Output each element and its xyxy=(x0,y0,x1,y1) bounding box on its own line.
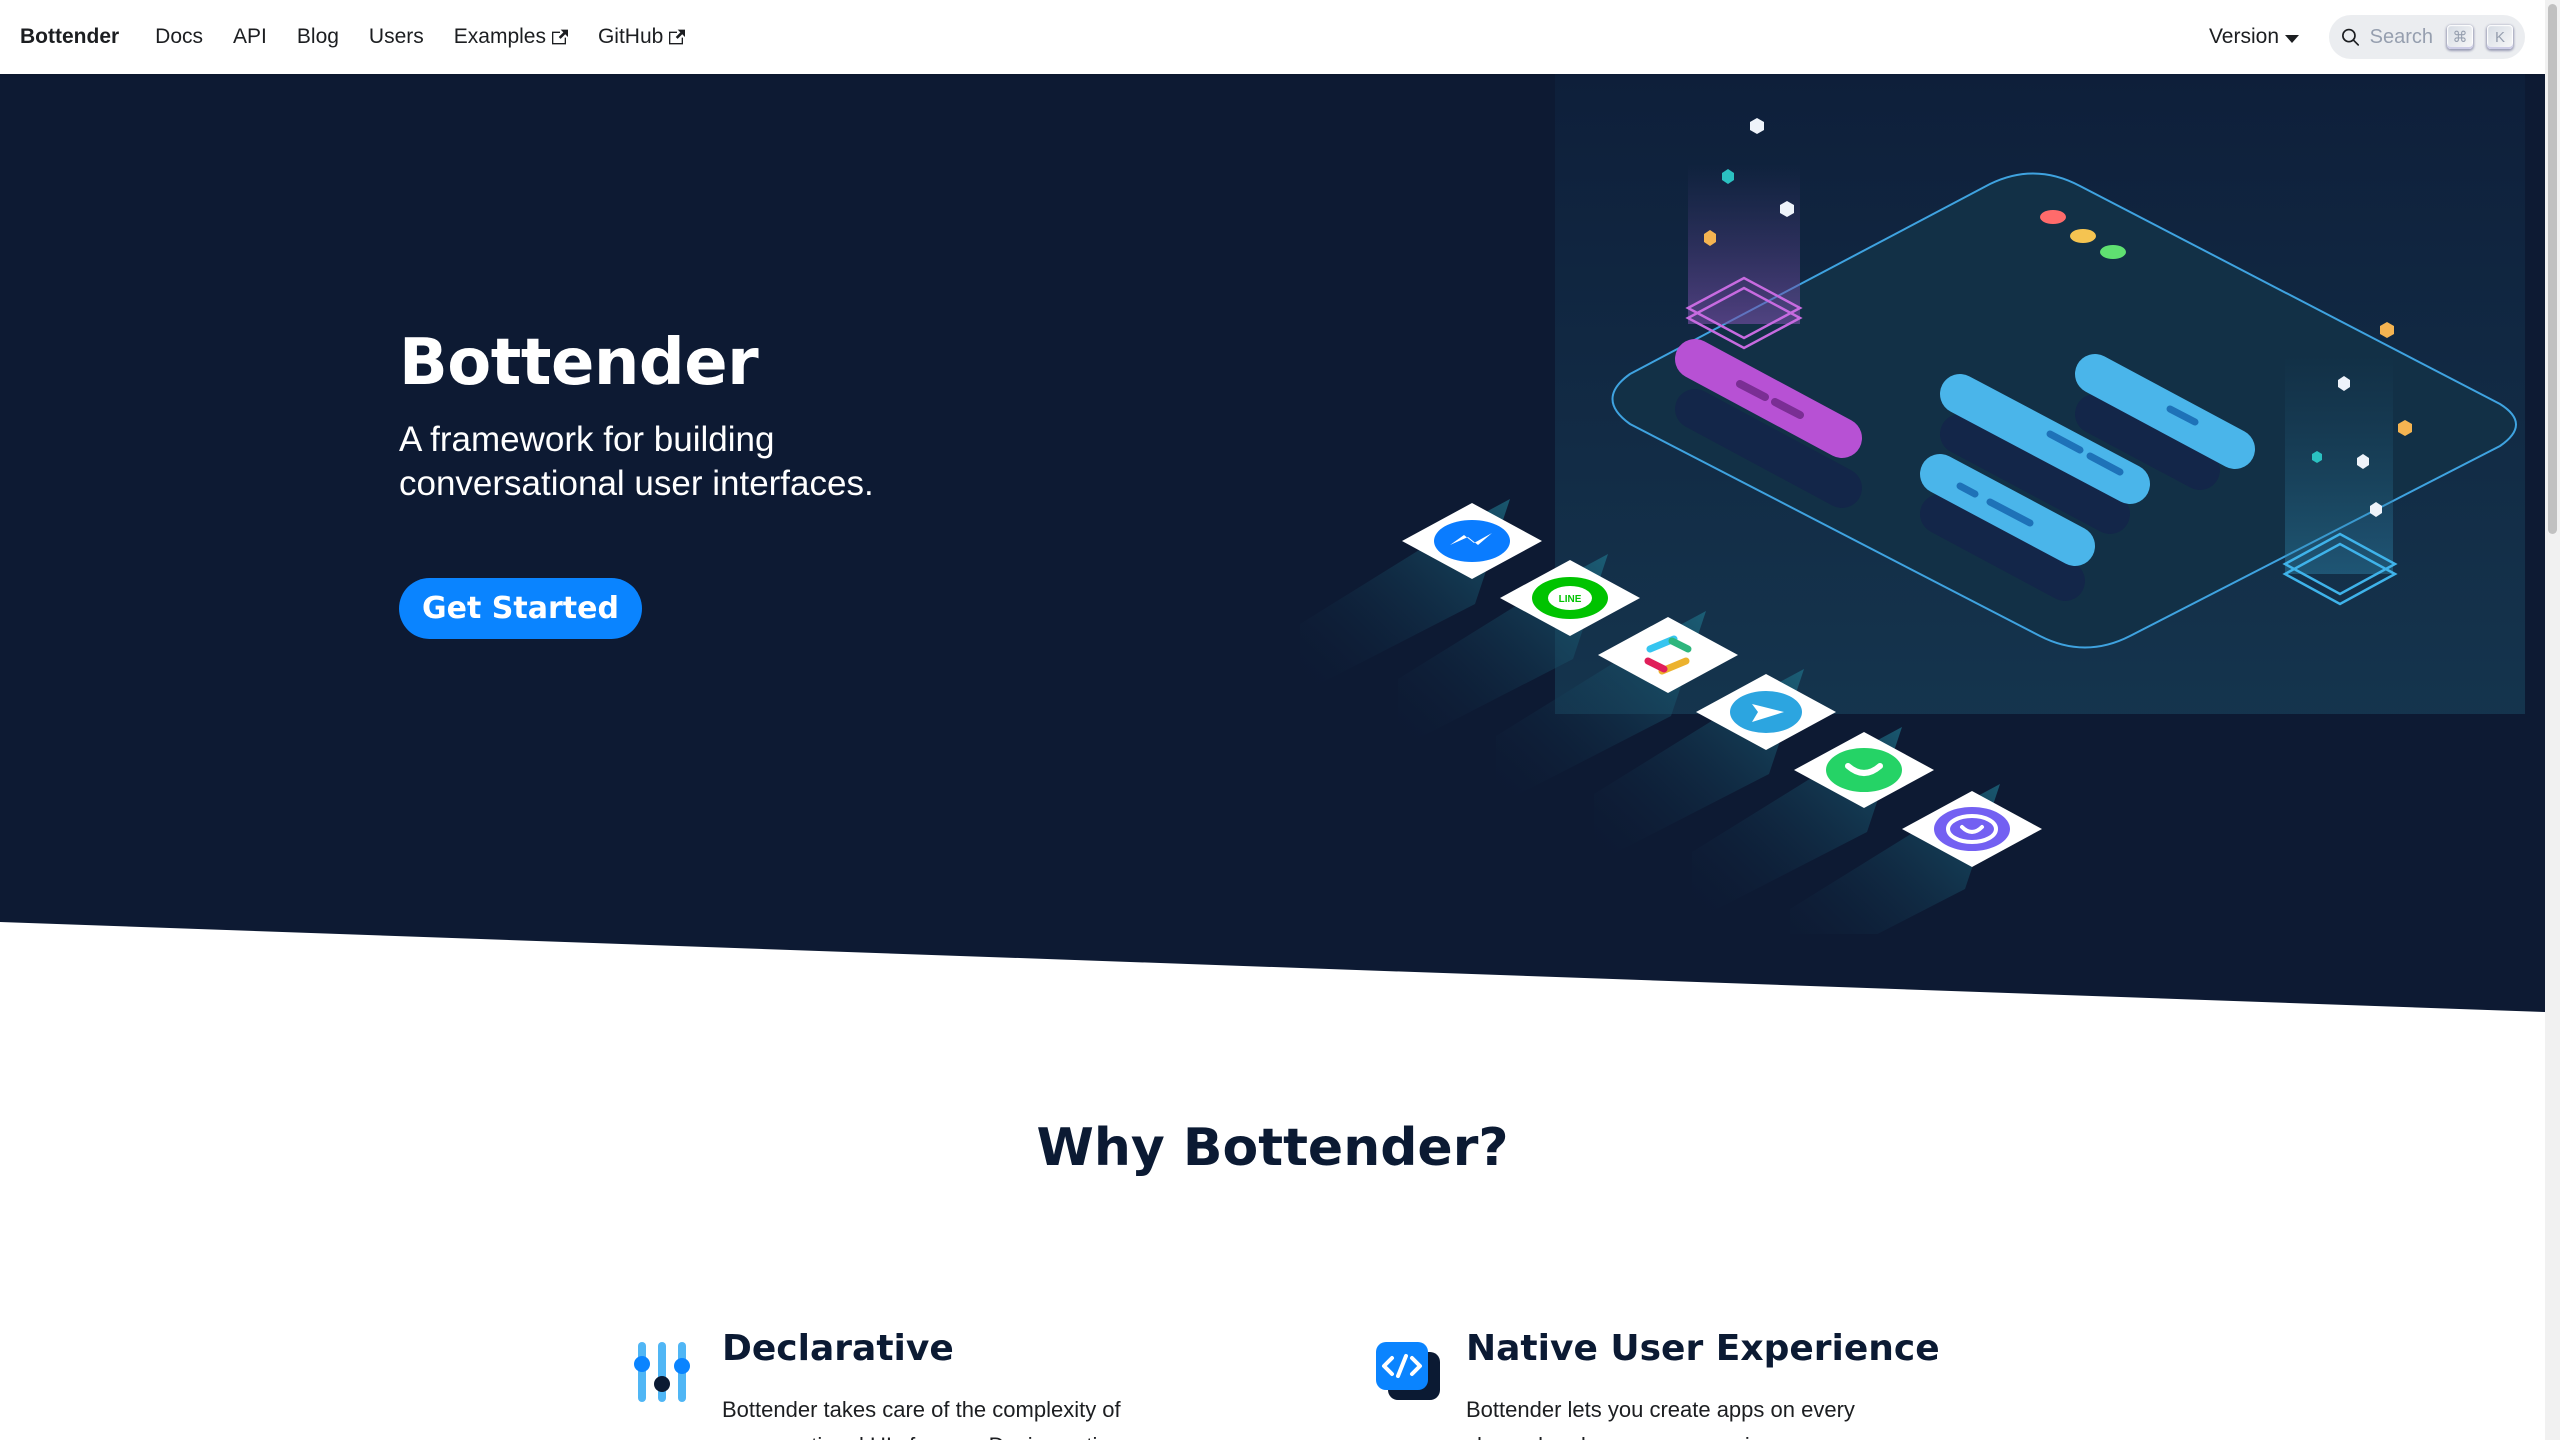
nav-link-github-label: GitHub xyxy=(597,25,664,48)
hero-title: Bottender xyxy=(399,326,759,400)
feature-text: Bottender lets you create apps on every … xyxy=(1466,1397,1855,1440)
nav-link-api[interactable]: API xyxy=(233,25,267,49)
nav-link-docs[interactable]: Docs xyxy=(155,25,203,49)
search-placeholder: Search xyxy=(2369,25,2433,48)
nav-link-examples[interactable]: Examples xyxy=(454,25,568,49)
code-icon xyxy=(1376,1342,1440,1400)
hero-section: Bottender A framework for building conve… xyxy=(0,74,2545,1014)
why-bottender-heading: Why Bottender? xyxy=(1036,1118,1509,1178)
feature-text: Bottender takes care of the complexity o… xyxy=(722,1397,1133,1440)
k-key: K xyxy=(2487,25,2513,49)
svg-text:LINE: LINE xyxy=(1559,594,1582,605)
feature-title: Declarative xyxy=(722,1328,954,1369)
brand-link[interactable]: Bottender xyxy=(20,25,119,49)
version-label: Version xyxy=(2208,25,2279,48)
nav-link-examples-label: Examples xyxy=(453,25,546,48)
sliders-icon xyxy=(634,1342,690,1402)
page-scrollbar[interactable] xyxy=(2545,0,2560,1440)
hero-subtitle: A framework for building conversational … xyxy=(399,420,874,503)
search-icon xyxy=(2342,28,2360,46)
scrollbar-thumb[interactable] xyxy=(2548,4,2557,534)
nav-link-users[interactable]: Users xyxy=(369,25,424,49)
chevron-down-icon xyxy=(2285,34,2299,43)
hero-illustration: LINE xyxy=(1300,74,2525,934)
external-link-icon xyxy=(669,29,686,45)
nav-link-github[interactable]: GitHub xyxy=(597,25,686,49)
navbar-right: Version Search ⌘ K xyxy=(2209,15,2525,59)
nav-link-blog[interactable]: Blog xyxy=(297,25,339,49)
version-dropdown[interactable]: Version xyxy=(2209,25,2299,49)
command-key: ⌘ xyxy=(2447,25,2473,49)
feature-title: Native User Experience xyxy=(1466,1328,1940,1369)
get-started-button[interactable]: Get Started xyxy=(399,578,642,639)
top-navbar: Bottender Docs API Blog Users Examples G… xyxy=(0,0,2545,74)
search-button[interactable]: Search ⌘ K xyxy=(2329,15,2525,59)
external-link-icon xyxy=(551,29,568,45)
